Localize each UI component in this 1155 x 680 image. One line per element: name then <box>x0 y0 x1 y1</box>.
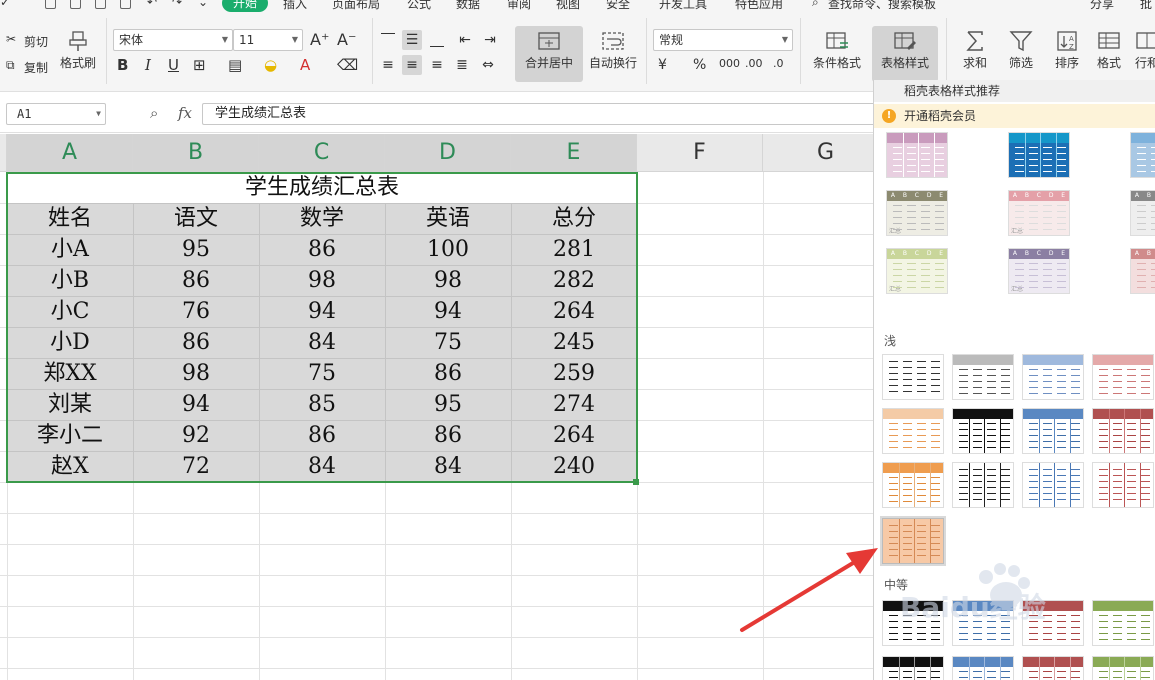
warning-icon: ! <box>882 109 896 123</box>
annotation-arrow <box>740 548 878 632</box>
